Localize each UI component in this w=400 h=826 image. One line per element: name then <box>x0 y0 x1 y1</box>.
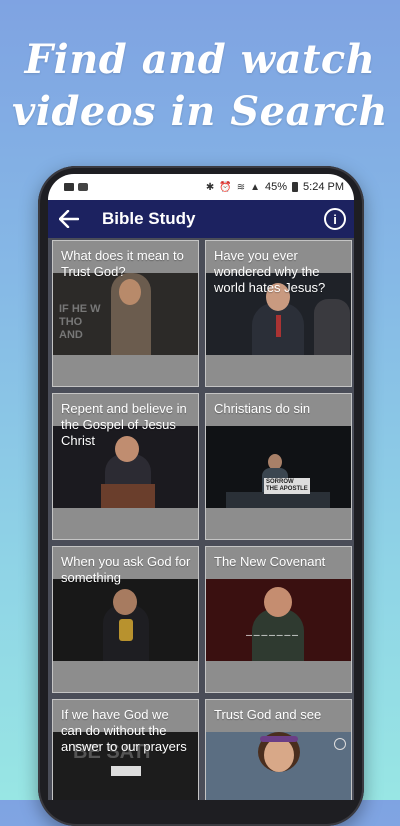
video-thumbnail[interactable]: SORROW THE APOSTLE <box>206 426 351 508</box>
video-thumbnail[interactable] <box>206 732 351 800</box>
video-title: When you ask God for something <box>61 554 191 585</box>
wifi-icon: ≋ <box>236 181 246 193</box>
second-person <box>314 299 350 355</box>
video-card[interactable]: When you ask God for something <box>52 546 199 693</box>
video-title: Trust God and see <box>214 707 322 722</box>
app-bar: Bible Study i <box>48 200 354 238</box>
back-button[interactable] <box>56 206 82 232</box>
image-notification-icon <box>64 183 74 191</box>
youtube-notification-icon <box>78 183 88 191</box>
phone-screen: ✱ ⏰ ≋ ▲ 45% 5:24 PM Bible Study i What d… <box>48 174 354 800</box>
video-title: If we have God we can do without the ans… <box>61 707 187 754</box>
video-thumbnail[interactable] <box>53 579 198 661</box>
page-title: Bible Study <box>102 209 196 228</box>
status-time: 5:24 PM <box>303 181 344 193</box>
battery-percent: 45% <box>265 181 288 193</box>
video-grid: What does it mean to Trust God? IF HE WT… <box>48 238 354 800</box>
thumbnail-overlay-text: — — — — — — — <box>246 633 299 639</box>
headline-line-2: videos in Search <box>12 88 388 135</box>
video-card[interactable]: What does it mean to Trust God? IF HE WT… <box>52 240 199 387</box>
video-card[interactable]: Christians do sin SORROW THE APOSTLE <box>205 393 352 540</box>
video-thumbnail[interactable]: — — — — — — — <box>206 579 351 661</box>
bluetooth-icon: ✱ <box>205 181 215 193</box>
thumbnail-overlay-text: SORROW THE APOSTLE <box>264 478 310 494</box>
video-title: Christians do sin <box>214 401 311 416</box>
info-button[interactable]: i <box>324 208 346 230</box>
speaker-head <box>264 587 292 617</box>
channel-logo-icon <box>334 738 346 750</box>
signal-icon: ▲ <box>250 181 260 193</box>
pulpit <box>101 484 155 508</box>
video-title: What does it mean to Trust God? <box>61 248 184 279</box>
video-card[interactable]: Repent and believe in the Gospel of Jesu… <box>52 393 199 540</box>
video-card[interactable]: The New Covenant — — — — — — — <box>205 546 352 693</box>
video-card[interactable]: Have you ever wondered why the world hat… <box>205 240 352 387</box>
caption-box <box>111 766 141 776</box>
speaker-head <box>113 589 137 615</box>
person-face <box>264 738 294 772</box>
speaker-head <box>119 279 141 305</box>
battery-icon <box>292 182 299 192</box>
status-bar: ✱ ⏰ ≋ ▲ 45% 5:24 PM <box>48 174 354 200</box>
arrow-left-icon <box>59 210 79 228</box>
tie <box>276 315 281 337</box>
thumbnail-overlay-text: IF HE W THO AND <box>59 303 101 341</box>
promo-headline: Find and watch videos in Search <box>0 34 400 138</box>
cross-pendant <box>119 619 133 641</box>
video-title: The New Covenant <box>214 554 326 569</box>
headline-line-1: Find and watch <box>24 36 376 83</box>
info-icon: i <box>333 211 337 227</box>
headband <box>260 736 298 742</box>
video-title: Have you ever wondered why the world hat… <box>214 248 326 295</box>
video-thumbnail[interactable]: IF HE W THO AND <box>53 273 198 355</box>
video-card[interactable]: Trust God and see <box>205 699 352 800</box>
stage <box>226 492 330 508</box>
video-card[interactable]: If we have God we can do without the ans… <box>52 699 199 800</box>
alarm-icon: ⏰ <box>219 181 232 193</box>
video-title: Repent and believe in the Gospel of Jesu… <box>61 401 187 448</box>
